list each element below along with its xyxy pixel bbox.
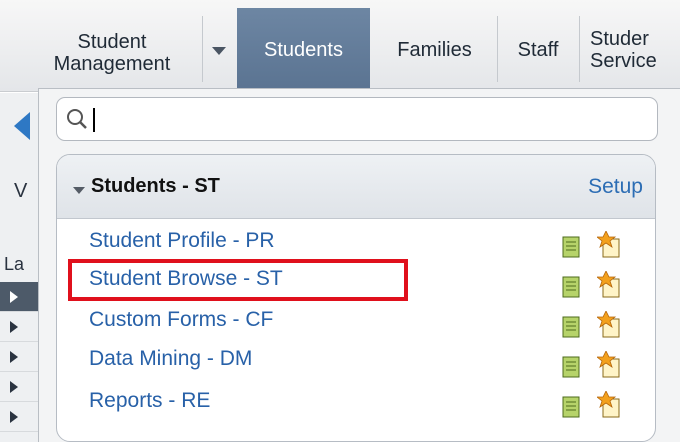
item-action-icons — [561, 271, 633, 299]
module-label-line1: Student — [77, 31, 147, 53]
background-letter-top: V — [14, 180, 28, 202]
document-icon[interactable] — [561, 235, 583, 259]
top-navigation-bar: Student Management Students Families Sta… — [0, 0, 680, 92]
menu-item-reports[interactable]: Reports - RE — [89, 386, 210, 420]
tab-services-label-line1: Studer — [590, 28, 649, 50]
new-item-icon[interactable] — [597, 231, 623, 259]
item-action-icons — [561, 351, 633, 379]
item-action-icons — [561, 311, 633, 339]
module-selector-button[interactable]: Student Management — [22, 8, 202, 92]
expand-arrow-icon — [10, 380, 18, 393]
expand-arrow-icon — [10, 290, 18, 303]
tab-services-label-line2: Service — [590, 50, 657, 72]
new-item-icon[interactable] — [597, 271, 623, 299]
menu-item-custom-forms[interactable]: Custom Forms - CF — [89, 305, 273, 339]
tab-families-label: Families — [397, 39, 472, 61]
setup-link[interactable]: Setup — [588, 175, 643, 199]
list-item[interactable] — [0, 342, 40, 372]
expand-arrow-icon — [10, 320, 18, 333]
tab-student-services[interactable]: Studer Service — [580, 8, 680, 92]
list-item[interactable] — [0, 372, 40, 402]
module-label-line2: Management — [53, 53, 171, 75]
text-cursor — [93, 108, 95, 132]
search-input[interactable] — [91, 103, 631, 135]
item-action-icons — [561, 391, 633, 419]
expand-arrow-icon — [10, 350, 18, 363]
menu-search-box[interactable] — [56, 97, 658, 141]
item-action-icons — [561, 231, 633, 259]
background-column-label: La — [4, 254, 25, 274]
collapse-arrow-icon[interactable] — [73, 187, 85, 194]
document-icon[interactable] — [561, 275, 583, 299]
document-icon[interactable] — [561, 315, 583, 339]
back-arrow-icon[interactable] — [14, 112, 30, 140]
expand-arrow-icon — [10, 410, 18, 423]
new-item-icon[interactable] — [597, 311, 623, 339]
new-item-icon[interactable] — [597, 391, 623, 419]
menu-item-data-mining[interactable]: Data Mining - DM — [89, 344, 252, 378]
panel-title: Students - ST — [91, 175, 220, 197]
document-icon[interactable] — [561, 395, 583, 419]
tab-students[interactable]: Students — [237, 8, 370, 92]
tab-staff[interactable]: Staff — [498, 8, 578, 92]
highlight-box — [68, 259, 408, 301]
search-icon — [67, 109, 87, 129]
tab-students-label: Students — [264, 39, 343, 61]
menu-item-student-profile[interactable]: Student Profile - PR — [89, 226, 275, 260]
document-icon[interactable] — [561, 355, 583, 379]
new-item-icon[interactable] — [597, 351, 623, 379]
panel-header: Students - ST Setup — [57, 155, 655, 219]
module-dropdown-button[interactable] — [203, 8, 235, 92]
tab-staff-label: Staff — [517, 39, 559, 61]
tab-families[interactable]: Families — [372, 8, 497, 92]
list-item[interactable] — [0, 402, 40, 432]
list-item[interactable] — [0, 282, 40, 312]
dropdown-arrow-icon — [212, 47, 226, 55]
background-row-list — [0, 282, 40, 432]
list-item[interactable] — [0, 312, 40, 342]
